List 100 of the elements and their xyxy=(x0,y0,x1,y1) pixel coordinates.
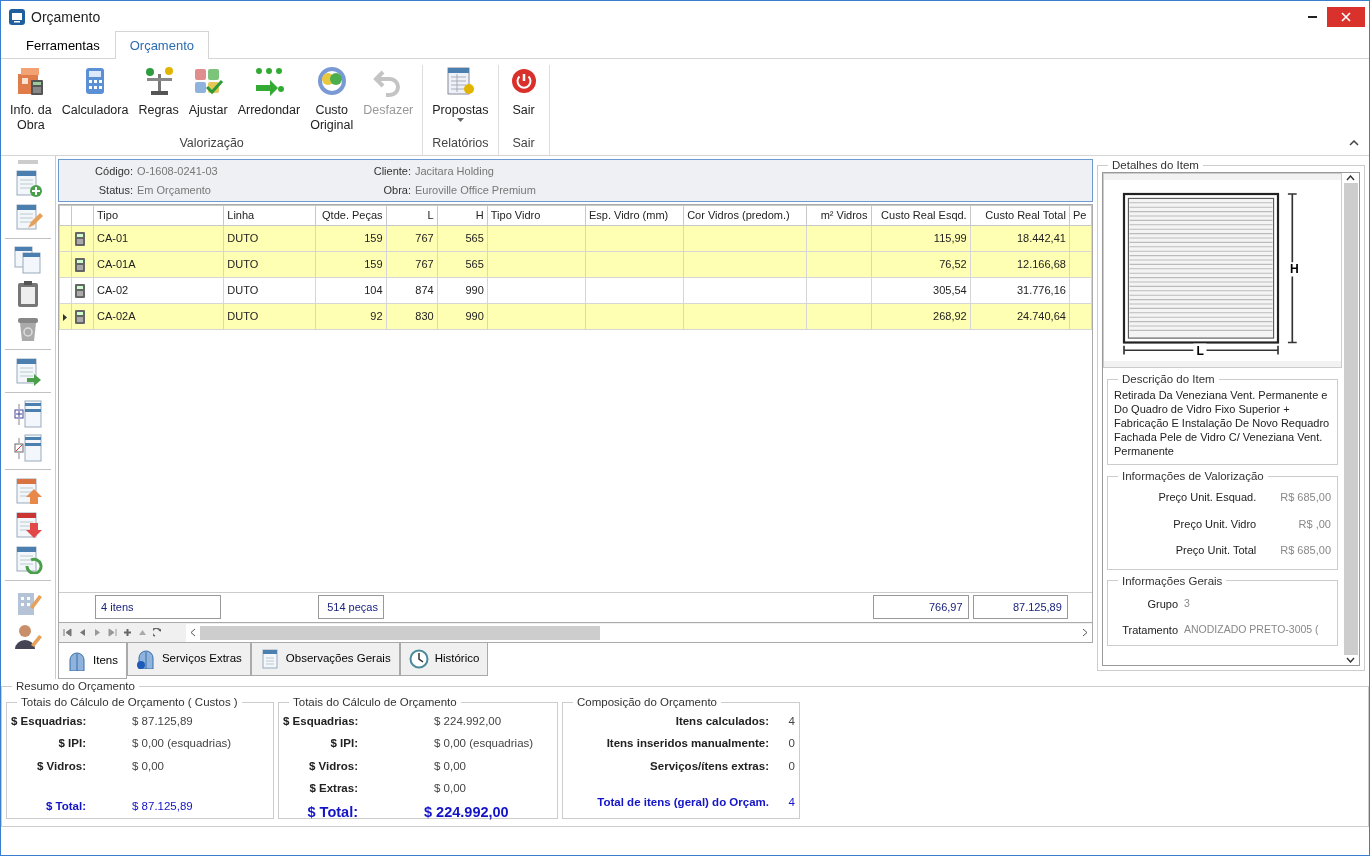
next-icon[interactable] xyxy=(93,628,102,637)
column-header[interactable]: m² Vidros xyxy=(806,205,871,226)
summary-value: 0 xyxy=(788,759,795,772)
list-down-arrow-icon[interactable] xyxy=(13,510,43,540)
field-value: R$ 685,00 xyxy=(1280,490,1331,505)
table-row[interactable]: CA-01 DUTO 159 767 565 115,99 18.442,41 xyxy=(59,225,1092,252)
table-row[interactable]: CA-02A DUTO 92 830 990 268,92 24.740,64 xyxy=(59,303,1092,330)
window-info-icon xyxy=(135,649,156,669)
plus-icon[interactable] xyxy=(123,628,132,637)
summary-label: $ Extras: xyxy=(308,780,358,796)
column-header[interactable]: Tipo xyxy=(93,205,224,226)
document-edit-icon[interactable] xyxy=(13,202,43,232)
ribbon-button[interactable]: Calculadora xyxy=(56,65,134,135)
field-value: Em Orçamento xyxy=(137,182,212,198)
field-label: Preço Unit. Vidro xyxy=(1172,516,1258,532)
column-header[interactable]: Cor Vidros (predom.) xyxy=(683,205,807,226)
field-value: O-1608-0241-03 xyxy=(137,164,219,179)
summary-label: $ Esquadrias: xyxy=(283,714,358,729)
ribbon-tab[interactable]: Orçamento xyxy=(114,30,209,59)
column-header[interactable]: Qtde. Peças xyxy=(315,205,387,226)
column-header[interactable]: Custo Real Total xyxy=(970,205,1070,226)
summary-value: $ 224.992,00 xyxy=(424,804,509,820)
documents-icon[interactable] xyxy=(13,245,43,275)
group-label: Sair xyxy=(512,135,535,153)
summary-label: Total de itens (geral) do Orçam. xyxy=(596,794,769,810)
field-value: Jacitara Holding xyxy=(415,164,495,179)
summary-value: $ 0,00 xyxy=(434,759,466,772)
column-header[interactable]: L xyxy=(386,205,438,226)
column-header[interactable]: Pe xyxy=(1069,205,1092,226)
ribbon-button[interactable]: Info. da Obra xyxy=(5,65,57,135)
first-icon[interactable] xyxy=(63,628,72,637)
list-refresh-icon[interactable] xyxy=(13,544,43,574)
summary-note: (esquadrias) xyxy=(167,737,232,750)
bottom-tab[interactable]: Observações Gerais xyxy=(250,643,400,676)
table-cell: 18.442,41 xyxy=(970,225,1070,252)
ribbon-button[interactable]: Sair xyxy=(502,65,545,135)
bottom-tab[interactable]: Histórico xyxy=(399,643,489,676)
close-icon xyxy=(1341,12,1351,22)
summary-value: $ 0,00 xyxy=(132,759,164,772)
redo-icon[interactable] xyxy=(153,628,162,637)
field-label: Preço Unit. Total xyxy=(1174,543,1258,558)
section-title: Informações de Valorização xyxy=(1121,469,1265,483)
field-label: Status: xyxy=(97,182,133,198)
ribbon-button[interactable]: Custo Original xyxy=(305,65,359,135)
bottom-tab[interactable]: Serviços Extras xyxy=(126,643,251,676)
field-value: ANODIZADO PRETO-3005 ( xyxy=(1184,622,1320,637)
table-row[interactable]: CA-02 DUTO 104 874 990 305,54 31.776,16 xyxy=(59,277,1092,304)
field-label: Cliente: xyxy=(372,164,411,179)
horizontal-scrollbar[interactable] xyxy=(186,623,1092,642)
calculator-icon xyxy=(75,310,85,325)
column-header[interactable]: Tipo Vidro xyxy=(487,205,586,226)
group-label: Valorização xyxy=(179,135,244,153)
ribbon-button[interactable]: Arredondar xyxy=(232,65,306,135)
field-value: Euroville Office Premium xyxy=(415,182,537,198)
previous-icon[interactable] xyxy=(78,628,87,637)
ribbon-button[interactable]: Propostas xyxy=(427,65,494,135)
summary-label: $ Esquadrias: xyxy=(11,714,86,729)
ribbon-button[interactable]: Regras xyxy=(133,65,184,135)
window-title: Orçamento xyxy=(31,7,101,27)
list-plus-icon[interactable] xyxy=(13,399,43,429)
calculator-icon xyxy=(75,284,85,299)
scroll-left-icon xyxy=(189,628,196,637)
coins-cycle-icon xyxy=(315,65,348,97)
table-cell: DUTO xyxy=(223,225,316,252)
list-cross-icon[interactable] xyxy=(13,433,43,463)
scroll-down-icon xyxy=(1346,657,1355,663)
summary-label: Itens calculados: xyxy=(674,714,769,729)
calculator-icon xyxy=(75,232,85,247)
column-header[interactable]: Custo Real Esqd. xyxy=(871,205,971,226)
ribbon-tab[interactable]: Ferramentas xyxy=(11,30,115,59)
summary-value: $ 0,00 xyxy=(434,737,466,750)
table-cell: 268,92 xyxy=(871,303,971,330)
calculator-icon xyxy=(75,258,85,273)
table-cell: CA-02 xyxy=(93,277,224,304)
summary-label: $ Total: xyxy=(306,803,358,822)
document-add-icon[interactable] xyxy=(13,168,43,198)
list-up-arrow-icon[interactable] xyxy=(13,476,43,506)
column-header[interactable]: Linha xyxy=(223,205,316,226)
chevron-up-icon[interactable] xyxy=(1349,139,1359,146)
close-button[interactable] xyxy=(1327,7,1365,27)
total-field: 4 itens xyxy=(95,595,222,620)
bottom-tab[interactable]: Itens xyxy=(58,643,127,679)
summary-value: $ 87.125,89 xyxy=(132,715,193,727)
column-header[interactable]: H xyxy=(437,205,488,226)
summary-label: Serviços/ítens extras: xyxy=(649,758,769,774)
field-label: Preço Unit. Esquad. xyxy=(1157,490,1258,505)
ribbon-button[interactable]: Ajustar xyxy=(183,65,233,135)
section-title: Totais do Cálculo de Orçamento xyxy=(292,695,458,709)
table-cell: DUTO xyxy=(223,303,316,330)
table-row[interactable]: CA-01A DUTO 159 767 565 76,52 12.166,68 xyxy=(59,251,1092,278)
column-header[interactable]: Esp. Vidro (mm) xyxy=(585,205,684,226)
last-icon[interactable] xyxy=(108,628,117,637)
document-arrow-icon[interactable] xyxy=(13,356,43,386)
summary-value: $ 0,00 xyxy=(434,781,466,794)
section-title: Resumo do Orçamento xyxy=(15,679,136,693)
table-cell: 12.166,68 xyxy=(970,251,1070,278)
table-cell: DUTO xyxy=(223,251,316,278)
vertical-scrollbar[interactable] xyxy=(1342,173,1359,665)
section-title: Composição do Orçamento xyxy=(576,695,718,709)
field-label: Obra: xyxy=(382,182,411,198)
